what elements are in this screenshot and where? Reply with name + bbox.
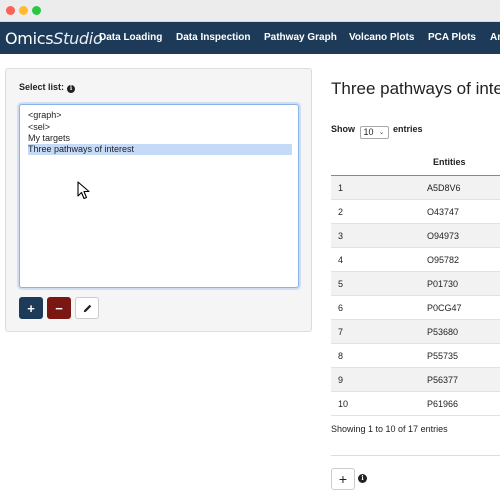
table-row: 9 P56377 <box>331 368 500 392</box>
info-icon[interactable]: i <box>358 474 367 483</box>
remove-list-button[interactable]: − <box>47 297 71 319</box>
row-entity: P56377 <box>427 375 459 385</box>
list-option-three-pathways[interactable]: Three pathways of interest <box>28 144 292 155</box>
row-index: 8 <box>338 351 344 361</box>
section-divider <box>331 455 500 456</box>
page-size-value: 10 <box>363 127 374 137</box>
pencil-icon <box>83 304 91 312</box>
info-icon[interactable]: i <box>67 85 76 93</box>
table-row: 1 A5D8V6 <box>331 176 500 200</box>
show-label: Show <box>331 124 355 134</box>
row-entity: A5D8V6 <box>427 183 461 193</box>
nav-data-inspection[interactable]: Data Inspection <box>176 32 250 43</box>
list-option-my-targets[interactable]: My targets <box>28 133 70 144</box>
row-index: 1 <box>338 183 344 193</box>
maximize-window-button[interactable] <box>32 6 41 15</box>
row-entity: P53680 <box>427 327 459 337</box>
table-row: 10 P61966 <box>331 392 500 416</box>
nav-more[interactable]: An <box>490 32 500 43</box>
row-index: 7 <box>338 327 344 337</box>
window-titlebar <box>0 0 500 22</box>
nav-volcano-plots[interactable]: Volcano Plots <box>349 32 414 43</box>
navbar: OmicsStudio Data Loading Data Inspection… <box>0 22 500 54</box>
entries-label: entries <box>393 124 423 134</box>
row-entity: P0CG47 <box>427 303 462 313</box>
row-index: 10 <box>338 399 349 409</box>
show-entries-control: Show 10 ⌄ entries <box>331 124 423 139</box>
page-size-select[interactable]: 10 ⌄ <box>359 126 389 139</box>
brand-suffix: Studio <box>53 29 103 48</box>
table-row: 2 O43747 <box>331 200 500 224</box>
row-index: 3 <box>338 231 344 241</box>
row-index: 2 <box>338 207 344 217</box>
edit-list-button[interactable] <box>75 297 99 319</box>
row-entity: P61966 <box>427 399 459 409</box>
table-header: Entities <box>331 148 500 176</box>
list-title: Three pathways of inter <box>331 79 500 98</box>
row-index: 9 <box>338 375 344 385</box>
list-selection-panel: Select list: i <graph> <sel> My targets T… <box>5 68 312 332</box>
row-entity: O95782 <box>427 255 460 265</box>
row-entity: O94973 <box>427 231 460 241</box>
table-row: 3 O94973 <box>331 224 500 248</box>
entities-column-header[interactable]: Entities <box>433 157 466 167</box>
table-row: 4 O95782 <box>331 248 500 272</box>
row-index: 5 <box>338 279 344 289</box>
row-entity: O43747 <box>427 207 460 217</box>
brand-prefix: Omics <box>5 29 54 48</box>
table-row: 8 P55735 <box>331 344 500 368</box>
table-row: 7 P53680 <box>331 320 500 344</box>
table-row: 5 P01730 <box>331 272 500 296</box>
add-list-button[interactable]: + <box>19 297 43 319</box>
list-option-graph[interactable]: <graph> <box>28 110 62 121</box>
nav-pca-plots[interactable]: PCA Plots <box>428 32 476 43</box>
table-row: 6 P0CG47 <box>331 296 500 320</box>
entities-table: Entities 1 A5D8V6 2 O43747 3 O94973 4 O95782… <box>331 148 500 416</box>
brand-logo[interactable]: OmicsStudio <box>5 29 103 48</box>
mouse-cursor-icon <box>77 181 90 200</box>
select-list-label: Select list: i <box>19 82 76 93</box>
nav-pathway-graph[interactable]: Pathway Graph <box>264 32 337 43</box>
add-entity-button[interactable]: + <box>331 468 355 490</box>
minimize-window-button[interactable] <box>19 6 28 15</box>
row-index: 6 <box>338 303 344 313</box>
nav-data-loading[interactable]: Data Loading <box>99 32 162 43</box>
row-entity: P55735 <box>427 351 459 361</box>
row-entity: P01730 <box>427 279 459 289</box>
table-info-text: Showing 1 to 10 of 17 entries <box>331 424 448 434</box>
list-select-box[interactable]: <graph> <sel> My targets Three pathways … <box>19 104 299 288</box>
list-option-sel[interactable]: <sel> <box>28 122 50 133</box>
chevron-down-icon: ⌄ <box>378 129 385 136</box>
close-window-button[interactable] <box>6 6 15 15</box>
row-index: 4 <box>338 255 344 265</box>
app-window: OmicsStudio Data Loading Data Inspection… <box>0 0 500 500</box>
select-list-text: Select list: <box>19 82 65 92</box>
